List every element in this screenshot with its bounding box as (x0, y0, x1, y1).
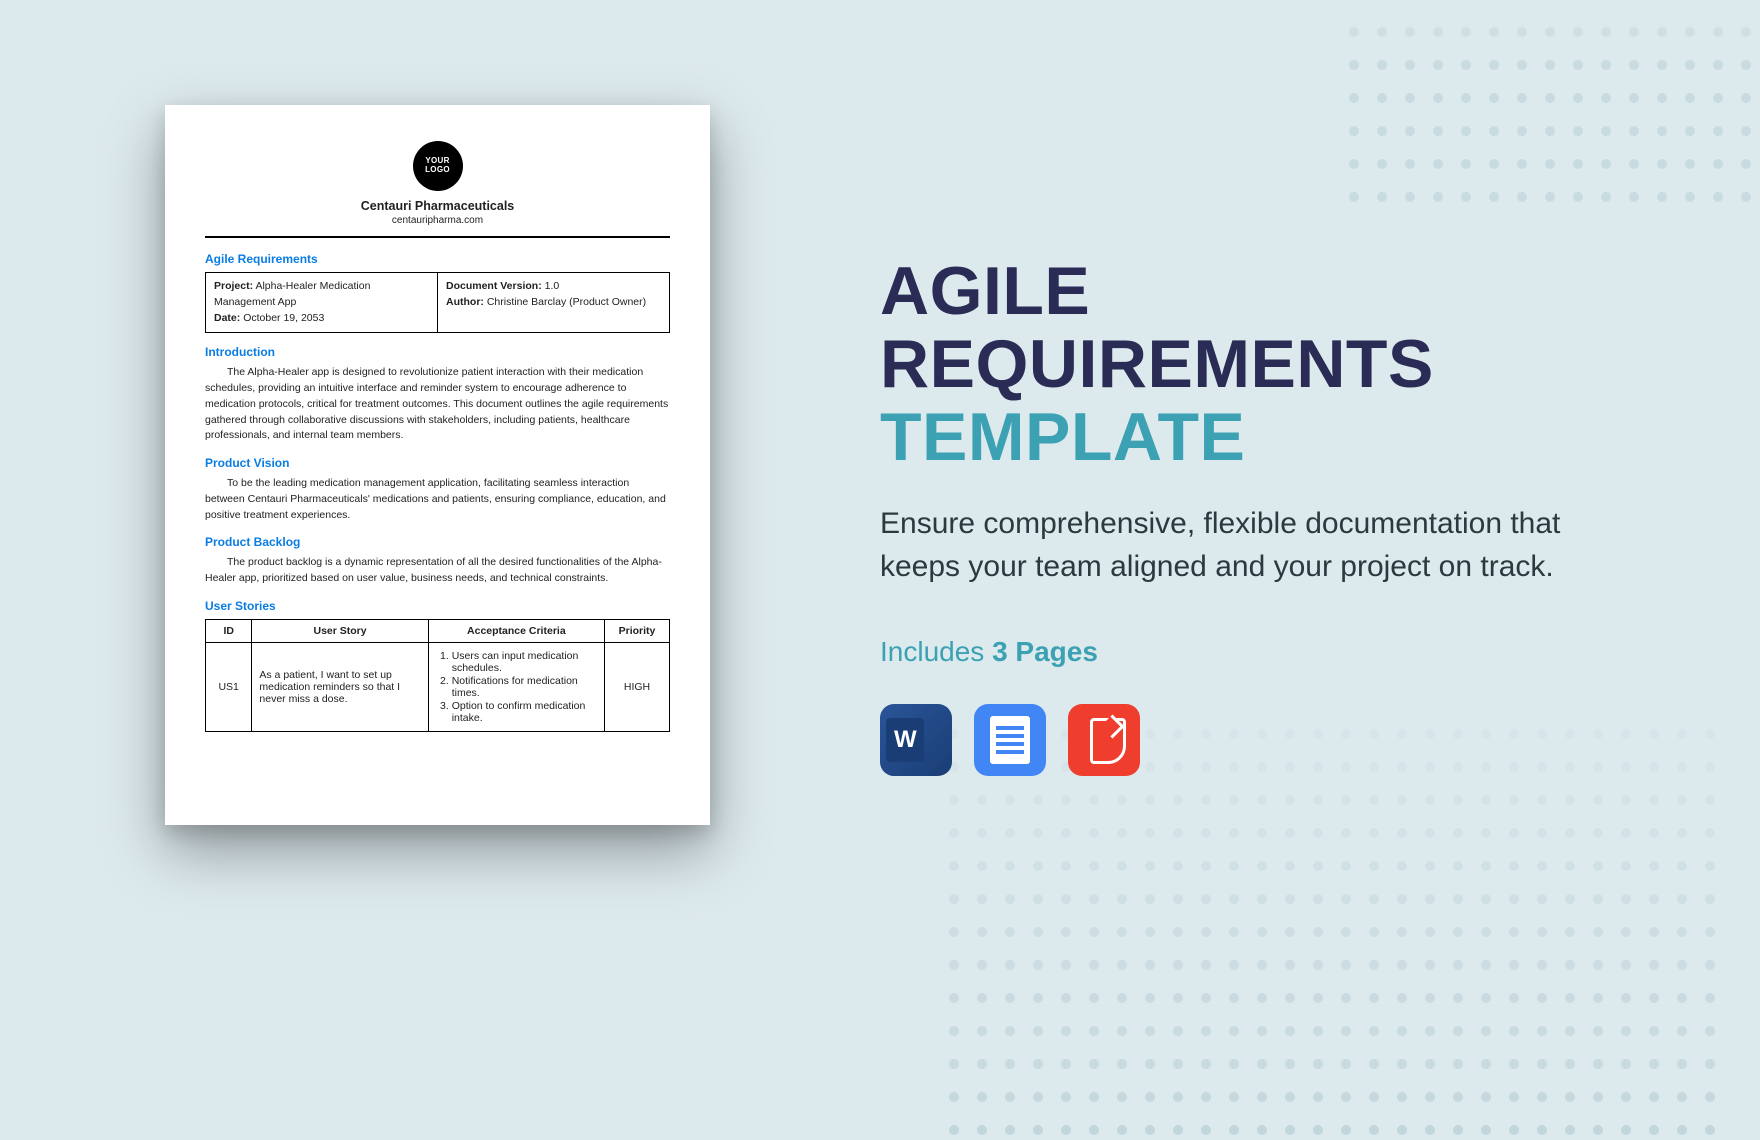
promo-section: AGILE REQUIREMENTS TEMPLATE Ensure compr… (880, 255, 1600, 776)
title-line-2: REQUIREMENTS (880, 326, 1434, 402)
th-id: ID (206, 619, 252, 642)
heading-product-vision: Product Vision (205, 456, 670, 470)
meta-table: Project: Alpha-Healer Medication Managem… (205, 272, 670, 333)
product-backlog-text: The product backlog is a dynamic represe… (205, 555, 670, 587)
template-title: AGILE REQUIREMENTS TEMPLATE (880, 255, 1600, 473)
title-line-1: AGILE (880, 253, 1090, 329)
th-ac: Acceptance Criteria (428, 619, 604, 642)
divider (205, 236, 670, 238)
heading-user-stories: User Stories (205, 599, 670, 613)
version-value: 1.0 (545, 280, 560, 292)
template-description: Ensure comprehensive, flexible documenta… (880, 503, 1600, 588)
date-label: Date: (214, 312, 240, 324)
th-priority: Priority (605, 619, 670, 642)
cell-priority: HIGH (605, 642, 670, 731)
meta-right: Document Version: 1.0 Author: Christine … (438, 273, 669, 332)
company-site: centauripharma.com (205, 215, 670, 226)
heading-product-backlog: Product Backlog (205, 535, 670, 549)
meta-left: Project: Alpha-Healer Medication Managem… (206, 273, 438, 332)
includes-count: 3 Pages (992, 636, 1098, 667)
author-value: Christine Barclay (Product Owner) (487, 296, 646, 308)
includes-line: Includes 3 Pages (880, 636, 1600, 668)
table-row: US1 As a patient, I want to set up medic… (206, 642, 670, 731)
decorative-dots-bottom (940, 720, 1760, 1140)
ac-item: Notifications for medication times. (452, 675, 597, 699)
ac-item: Option to confirm medication intake. (452, 700, 597, 724)
decorative-dots-top (1340, 18, 1760, 216)
company-name: Centauri Pharmaceuticals (205, 199, 670, 213)
introduction-text: The Alpha-Healer app is designed to revo… (205, 365, 670, 444)
version-label: Document Version: (446, 280, 542, 292)
document-preview: YOUR LOGO Centauri Pharmaceuticals centa… (165, 105, 710, 825)
ac-item: Users can input medication schedules. (452, 650, 597, 674)
pdf-icon[interactable] (1068, 704, 1140, 776)
project-label: Project: (214, 280, 253, 292)
table-header-row: ID User Story Acceptance Criteria Priori… (206, 619, 670, 642)
cell-id: US1 (206, 642, 252, 731)
cell-story: As a patient, I want to set up medicatio… (252, 642, 428, 731)
title-line-3: TEMPLATE (880, 399, 1245, 475)
google-docs-icon[interactable] (974, 704, 1046, 776)
author-label: Author: (446, 296, 484, 308)
format-icons (880, 704, 1600, 776)
includes-prefix: Includes (880, 636, 992, 667)
cell-acceptance-criteria: Users can input medication schedules. No… (428, 642, 604, 731)
product-vision-text: To be the leading medication management … (205, 476, 670, 523)
word-icon[interactable] (880, 704, 952, 776)
heading-introduction: Introduction (205, 345, 670, 359)
user-stories-table: ID User Story Acceptance Criteria Priori… (205, 619, 670, 732)
heading-agile-requirements: Agile Requirements (205, 252, 670, 266)
date-value: October 19, 2053 (243, 312, 324, 324)
logo-placeholder: YOUR LOGO (413, 141, 463, 191)
th-story: User Story (252, 619, 428, 642)
